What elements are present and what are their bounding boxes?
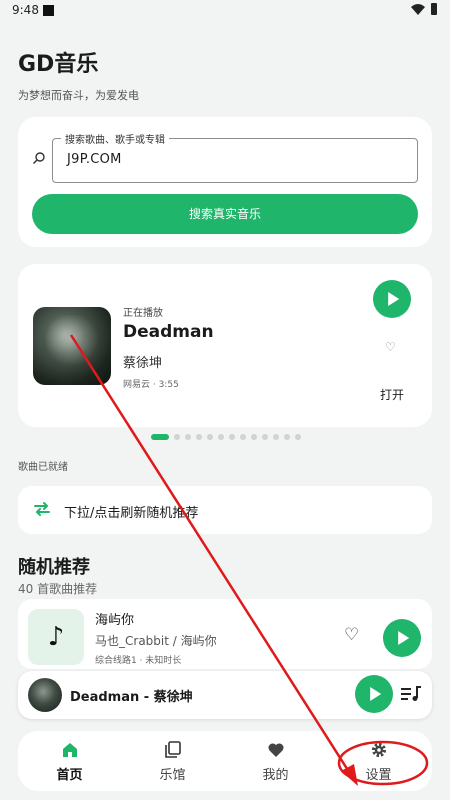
search-card: 搜索歌曲、歌手或专辑 J9P.COM 搜索真实音乐: [18, 117, 432, 247]
nav-label: 我的: [262, 768, 289, 783]
heart-icon[interactable]: ♡: [344, 625, 359, 645]
carousel-dot: [262, 434, 268, 440]
carousel-dot: [174, 434, 180, 440]
nav-library[interactable]: 乐馆: [121, 731, 224, 791]
gear-icon: [372, 743, 386, 757]
search-icon: [33, 152, 45, 164]
now-playing-label: 正在播放: [123, 308, 163, 319]
battery-icon: [431, 3, 437, 15]
section-title: 随机推荐: [18, 557, 90, 578]
app-subtitle: 为梦想而奋斗，为爱发电: [18, 89, 139, 102]
section-count: 40 首歌曲推荐: [18, 582, 98, 596]
music-note-icon: ♪: [47, 622, 65, 652]
song-artist: 马也_Crabbit / 海屿你: [95, 634, 217, 648]
now-playing-card[interactable]: 正在播放 Deadman 蔡徐坤 网易云 · 3:55 ♡ 打开: [18, 264, 432, 427]
now-playing-title: Deadman: [123, 322, 214, 342]
mini-player-title: Deadman - 蔡徐坤: [70, 690, 193, 705]
carousel-dot: [151, 434, 169, 440]
favorite-icon[interactable]: ♡: [385, 340, 396, 354]
nav-home[interactable]: 首页: [18, 731, 121, 791]
song-play-button[interactable]: [383, 619, 421, 657]
shuffle-icon: [34, 502, 50, 516]
carousel-dot: [229, 434, 235, 440]
carousel-dot: [185, 434, 191, 440]
carousel-dot: [240, 434, 246, 440]
refresh-recommend-button[interactable]: 下拉/点击刷新随机推荐: [18, 486, 432, 534]
search-input[interactable]: 搜索歌曲、歌手或专辑 J9P.COM: [52, 131, 418, 183]
notification-icon: [43, 5, 54, 16]
play-icon: [388, 292, 400, 306]
nav-settings[interactable]: 设置: [327, 731, 430, 791]
play-icon: [398, 631, 410, 645]
open-button[interactable]: 打开: [380, 386, 404, 403]
status-bar: 9:48: [0, 0, 450, 22]
nav-label: 设置: [365, 768, 392, 783]
carousel-dot: [207, 434, 213, 440]
carousel-dot: [196, 434, 202, 440]
mini-player-cover: [28, 678, 62, 712]
carousel-dot: [273, 434, 279, 440]
nav-label: 乐馆: [159, 768, 186, 783]
carousel-dot: [251, 434, 257, 440]
mini-play-button[interactable]: [355, 675, 393, 713]
carousel-dot: [284, 434, 290, 440]
album-cover[interactable]: [33, 307, 111, 385]
now-playing-artist: 蔡徐坤: [123, 356, 163, 371]
search-input-value: J9P.COM: [67, 152, 122, 167]
song-thumbnail: ♪: [28, 609, 84, 665]
search-field-label: 搜索歌曲、歌手或专辑: [61, 131, 169, 146]
now-playing-meta: 网易云 · 3:55: [123, 380, 179, 390]
ready-status-text: 歌曲已就绪: [18, 462, 68, 473]
queue-icon[interactable]: [401, 686, 421, 702]
mini-player[interactable]: Deadman - 蔡徐坤: [18, 671, 432, 719]
nav-label: 首页: [56, 768, 83, 783]
app-title: GD音乐: [18, 52, 99, 77]
nav-mine[interactable]: 我的: [224, 731, 327, 791]
carousel-dot: [295, 434, 301, 440]
home-icon: [63, 743, 77, 757]
refresh-label: 下拉/点击刷新随机推荐: [64, 506, 199, 521]
song-title: 海屿你: [95, 613, 135, 628]
library-icon: [165, 741, 181, 758]
status-time: 9:48: [12, 3, 39, 17]
song-meta: 综合线路1 · 未知时长: [95, 656, 182, 666]
bottom-navigation: 首页 乐馆 我的 设置: [18, 731, 432, 791]
search-button[interactable]: 搜索真实音乐: [32, 194, 418, 234]
carousel-dot: [218, 434, 224, 440]
song-list-item[interactable]: ♪ 海屿你 马也_Crabbit / 海屿你 综合线路1 · 未知时长 ♡: [18, 599, 432, 669]
wifi-icon: [411, 4, 425, 15]
heart-icon: [268, 743, 284, 757]
play-icon: [370, 687, 382, 701]
play-button[interactable]: [373, 280, 411, 318]
